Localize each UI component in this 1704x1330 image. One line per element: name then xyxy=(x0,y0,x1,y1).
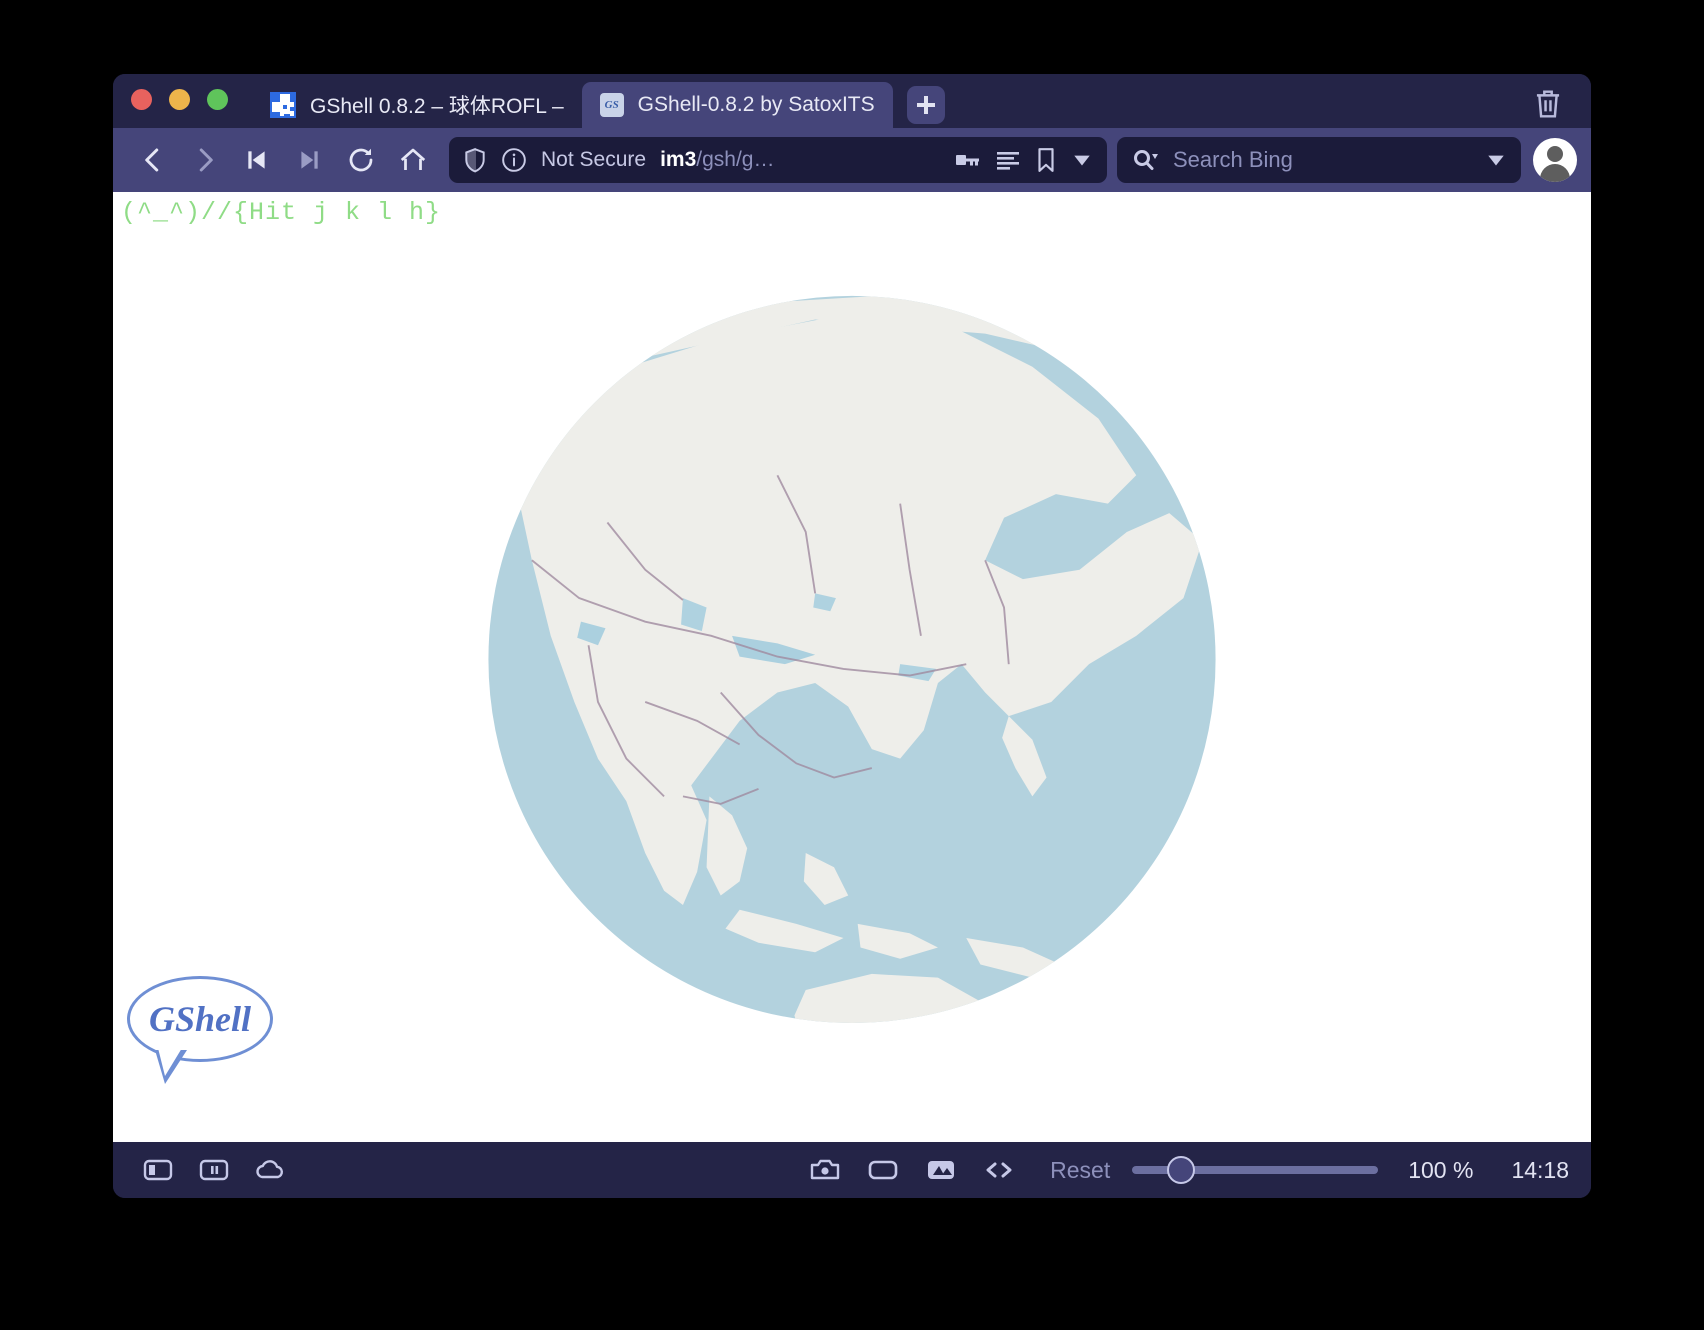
url-path: /gsh/g… xyxy=(696,148,775,171)
forward-button[interactable] xyxy=(179,134,231,186)
globe-icon xyxy=(488,295,1216,1024)
sidebar-toggle-button[interactable] xyxy=(135,1147,181,1193)
address-bar[interactable]: Not Secure im3/gsh/g… xyxy=(449,137,1107,183)
logo-bubble: GShell xyxy=(127,976,273,1062)
shield-icon xyxy=(463,147,487,173)
image-icon xyxy=(928,1161,955,1179)
camera-button[interactable] xyxy=(802,1147,848,1193)
plus-icon xyxy=(916,96,935,114)
code-brackets-icon xyxy=(986,1162,1012,1178)
gshell-logo: GShell xyxy=(127,976,273,1084)
search-bar[interactable]: Search Bing xyxy=(1117,137,1521,183)
back-arrow-icon xyxy=(145,148,159,172)
tab-gshell-satoxits[interactable]: GS GShell-0.8.2 by SatoxITS xyxy=(581,82,893,128)
qr-code-icon xyxy=(270,92,296,118)
reload-button[interactable] xyxy=(335,134,387,186)
avatar[interactable] xyxy=(1533,138,1577,182)
new-tab-button[interactable] xyxy=(906,86,945,124)
search-input[interactable]: Search Bing xyxy=(1173,147,1471,173)
first-page-button[interactable] xyxy=(231,134,283,186)
split-view-icon xyxy=(199,1159,229,1181)
bookmark-icon[interactable] xyxy=(1035,147,1057,173)
trash-icon xyxy=(1536,90,1560,118)
clock-label: 14:18 xyxy=(1511,1156,1569,1183)
status-left-group xyxy=(135,1147,293,1193)
reset-button[interactable]: Reset xyxy=(1050,1157,1110,1184)
search-icon xyxy=(1131,147,1159,173)
zoom-slider[interactable] xyxy=(1132,1156,1379,1184)
cloud-button[interactable] xyxy=(247,1147,293,1193)
slider-thumb[interactable] xyxy=(1167,1156,1196,1184)
globe-viewport[interactable] xyxy=(113,192,1591,1142)
key-icon[interactable] xyxy=(955,149,981,171)
url-text: im3/gsh/g… xyxy=(660,148,774,172)
back-button[interactable] xyxy=(127,134,179,186)
close-window-button[interactable] xyxy=(131,88,152,110)
logo-text: GShell xyxy=(148,999,252,1039)
avatar-head xyxy=(1547,146,1563,162)
status-bar: Reset 100 % 14:18 xyxy=(113,1142,1591,1198)
home-button[interactable] xyxy=(387,134,439,186)
sidebar-toggle-icon xyxy=(143,1159,173,1181)
last-page-button[interactable] xyxy=(283,134,335,186)
frame-button[interactable] xyxy=(860,1147,906,1193)
navigation-toolbar: Not Secure im3/gsh/g… Search Bing xyxy=(113,128,1591,192)
skip-to-end-icon xyxy=(301,151,318,169)
minimize-window-button[interactable] xyxy=(169,88,190,110)
code-button[interactable] xyxy=(976,1147,1022,1193)
page-content: (^_^)//{Hit j k l h} GShell xyxy=(113,192,1591,1142)
status-right-group: Reset 100 % 14:18 xyxy=(802,1147,1569,1193)
security-label: Not Secure xyxy=(541,148,647,171)
tab-bar: GShell 0.8.2 – 球体ROFL – GS GShell-0.8.2 … xyxy=(113,74,1591,128)
zoom-level-label: 100 % xyxy=(1408,1156,1474,1183)
trash-button[interactable] xyxy=(1533,88,1563,120)
tab-label: GShell-0.8.2 by SatoxITS xyxy=(637,93,875,116)
forward-arrow-icon xyxy=(199,148,213,172)
maximize-window-button[interactable] xyxy=(207,88,228,110)
gshell-icon: GS xyxy=(599,93,624,117)
avatar-body xyxy=(1540,164,1570,182)
image-button[interactable] xyxy=(918,1147,964,1193)
window-controls xyxy=(131,74,228,128)
split-view-button[interactable] xyxy=(191,1147,237,1193)
tab-label: GShell 0.8.2 – 球体ROFL – xyxy=(310,95,564,118)
reader-view-icon[interactable] xyxy=(995,149,1021,171)
cloud-icon xyxy=(256,1160,283,1179)
home-icon xyxy=(400,148,426,170)
info-icon[interactable] xyxy=(501,147,527,173)
logo-tail xyxy=(155,1048,187,1084)
browser-window: GShell 0.8.2 – 球体ROFL – GS GShell-0.8.2 … xyxy=(113,74,1591,1198)
skip-to-start-icon xyxy=(248,151,265,169)
chevron-down-icon[interactable] xyxy=(1485,149,1507,171)
url-host: im3 xyxy=(660,148,697,171)
chevron-down-icon[interactable] xyxy=(1071,149,1093,171)
reload-icon xyxy=(349,148,373,172)
camera-icon xyxy=(810,1159,840,1180)
frame-icon xyxy=(868,1160,898,1180)
tab-gshell-rofl[interactable]: GShell 0.8.2 – 球体ROFL – xyxy=(252,82,582,128)
